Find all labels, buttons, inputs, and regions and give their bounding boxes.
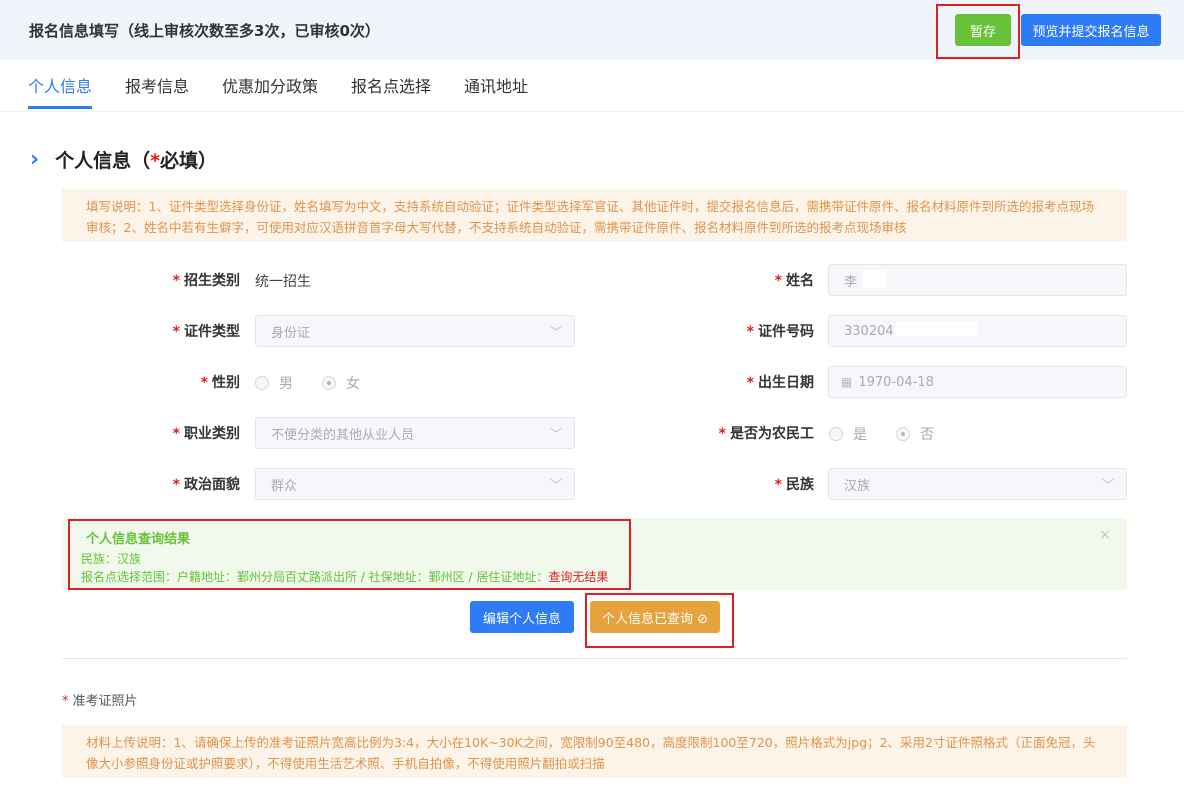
close-icon[interactable]: × bbox=[1099, 527, 1111, 543]
label-ethnicity: * 民族 bbox=[774, 477, 814, 493]
migrant-radio-yes[interactable]: 是 bbox=[829, 424, 867, 444]
migrant-radio-no[interactable]: 否 bbox=[896, 424, 934, 444]
label-name: * 姓名 bbox=[774, 273, 814, 289]
edit-personal-info-button[interactable]: 编辑个人信息 bbox=[470, 601, 574, 633]
tab-mailing-address[interactable]: 通讯地址 bbox=[464, 73, 528, 109]
radio-checked-icon bbox=[322, 376, 336, 390]
tab-bar: 个人信息 报考信息 优惠加分政策 报名点选择 通讯地址 bbox=[0, 60, 1184, 112]
tab-bonus-policy[interactable]: 优惠加分政策 bbox=[222, 73, 318, 109]
label-birth-date: * 出生日期 bbox=[746, 375, 814, 391]
ethnicity-select[interactable]: 汉族 ﹀ bbox=[828, 468, 1127, 500]
chevron-right-icon: › bbox=[30, 146, 40, 172]
occupation-select[interactable]: 不便分类的其他从业人员 ﹀ bbox=[255, 417, 575, 449]
highlight-box-queried bbox=[585, 593, 734, 648]
photo-upload-instructions: 材料上传说明：1、请确保上传的准考证照片宽高比例为3:4，大小在10K~30K之… bbox=[62, 725, 1127, 778]
radio-checked-icon bbox=[896, 427, 910, 441]
fill-instructions: 填写说明：1、证件类型选择身份证，姓名填写为中文，支持系统自动验证；证件类型选择… bbox=[62, 189, 1127, 242]
page-title: 报名信息填写（线上审核次数至多3次，已审核0次） bbox=[29, 22, 380, 40]
highlight-box-result bbox=[68, 519, 631, 590]
radio-circle-icon bbox=[255, 376, 269, 390]
divider bbox=[62, 658, 1127, 659]
chevron-down-icon: ﹀ bbox=[1101, 478, 1114, 492]
highlight-box-save bbox=[936, 4, 1020, 59]
label-id-type: * 证件类型 bbox=[172, 324, 240, 340]
tab-site-selection[interactable]: 报名点选择 bbox=[351, 73, 431, 109]
preview-submit-button[interactable]: 预览并提交报名信息 bbox=[1021, 14, 1161, 46]
label-political: * 政治面貌 bbox=[172, 477, 240, 493]
radio-circle-icon bbox=[829, 427, 843, 441]
photo-label: * 准考证照片 bbox=[62, 694, 138, 709]
chevron-down-icon: ﹀ bbox=[549, 427, 562, 441]
label-occupation: * 职业类别 bbox=[172, 426, 240, 442]
calendar-icon: ▦ bbox=[841, 375, 853, 389]
chevron-down-icon: ﹀ bbox=[549, 325, 562, 339]
tab-exam-info[interactable]: 报考信息 bbox=[125, 73, 189, 109]
gender-radio-male[interactable]: 男 bbox=[255, 373, 293, 393]
name-redaction bbox=[862, 270, 886, 288]
recruit-type-value: 统一招生 bbox=[255, 274, 311, 290]
label-migrant-worker: * 是否为农民工 bbox=[718, 426, 814, 442]
gender-radio-female[interactable]: 女 bbox=[322, 373, 360, 393]
label-id-number: * 证件号码 bbox=[746, 324, 814, 340]
political-select[interactable]: 群众 ﹀ bbox=[255, 468, 575, 500]
section-heading: 个人信息（*必填） bbox=[55, 150, 218, 172]
tab-personal-info[interactable]: 个人信息 bbox=[28, 73, 93, 109]
label-recruit-type: * 招生类别 bbox=[172, 273, 240, 289]
birth-date-picker[interactable]: ▦ 1970-04-18 bbox=[828, 366, 1127, 398]
id-number-redaction bbox=[896, 322, 978, 336]
id-type-select[interactable]: 身份证 ﹀ bbox=[255, 315, 575, 347]
chevron-down-icon: ﹀ bbox=[549, 478, 562, 492]
label-gender: * 性别 bbox=[200, 375, 240, 391]
section-title: › 个人信息（*必填） bbox=[30, 146, 217, 173]
